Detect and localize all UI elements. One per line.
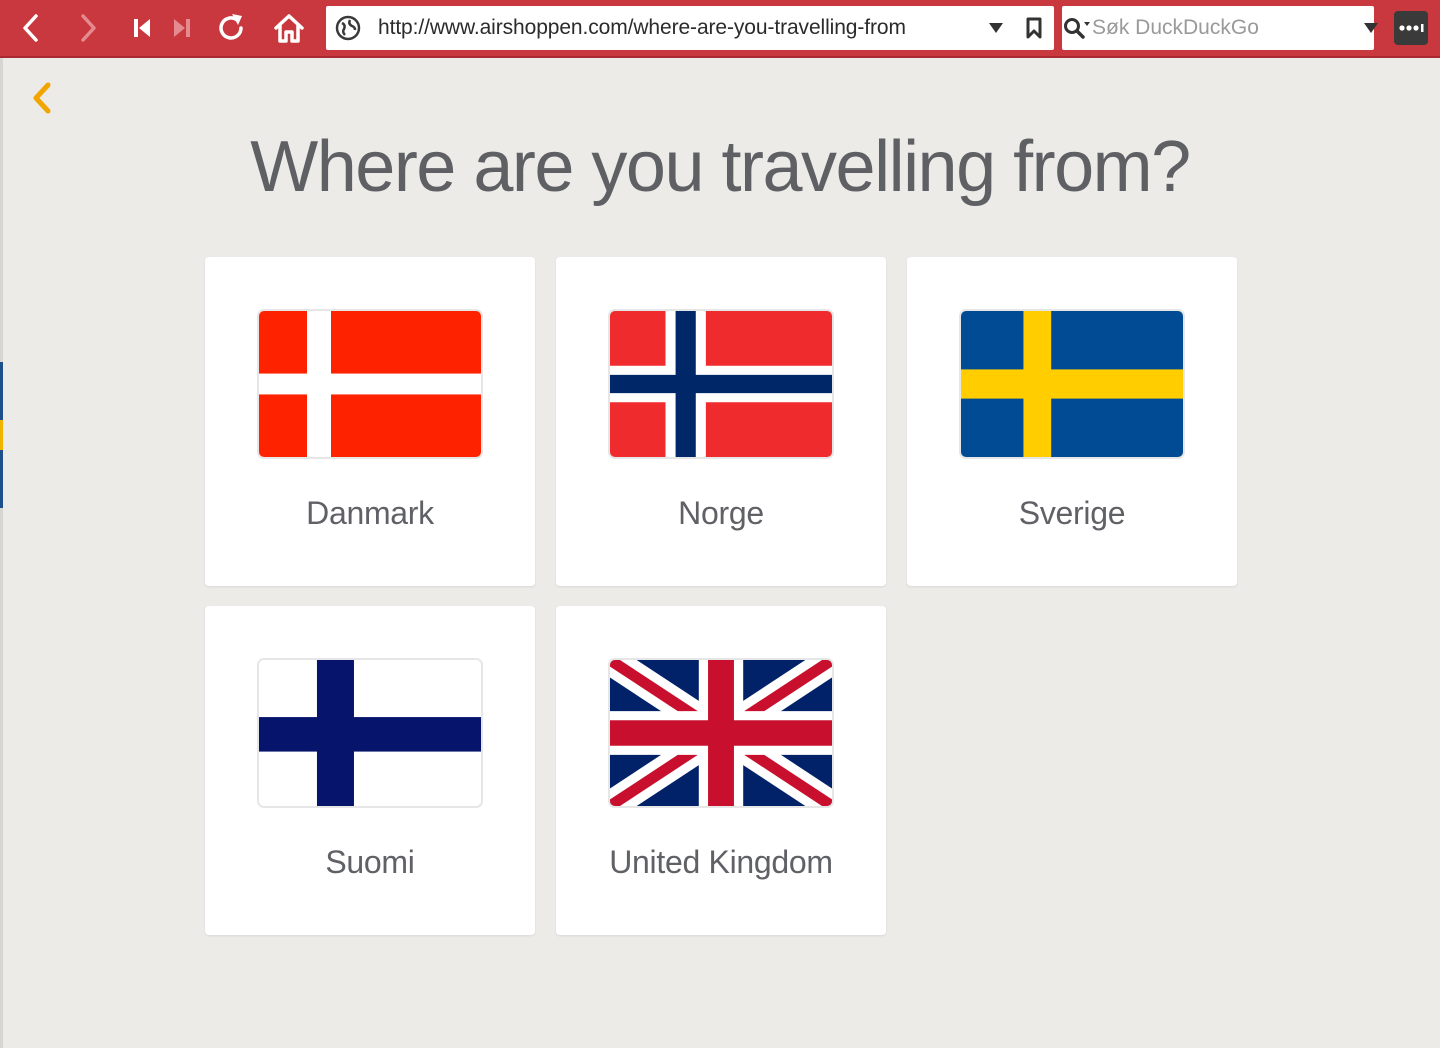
finland-flag-icon: [257, 658, 483, 808]
country-label: Danmark: [306, 495, 434, 531]
arrow-left-icon: [23, 14, 38, 42]
url-history-dropdown[interactable]: [978, 6, 1014, 50]
page-back-button[interactable]: [26, 78, 58, 118]
country-card-suomi[interactable]: Suomi: [205, 606, 535, 935]
country-card-norge[interactable]: Norge: [556, 257, 886, 586]
arrow-right-icon: [81, 14, 96, 42]
bookmark-icon: [1026, 17, 1042, 39]
browser-toolbar: http://www.airshoppen.com/where-are-you-…: [0, 0, 1440, 58]
norway-flag-icon: [608, 309, 834, 459]
country-label: Sverige: [1018, 495, 1126, 531]
country-label: Norge: [678, 495, 764, 531]
sweden-flag-icon: [959, 309, 1185, 459]
forward-button[interactable]: [66, 6, 110, 50]
country-card-sverige[interactable]: Sverige: [907, 257, 1237, 586]
home-button[interactable]: [267, 6, 311, 50]
chevron-down-icon: [989, 23, 1003, 33]
skip-forward-icon: [174, 19, 190, 37]
reload-button[interactable]: [209, 6, 253, 50]
bookmark-button[interactable]: [1014, 6, 1054, 50]
page-title: Where are you travelling from?: [250, 127, 1191, 207]
window-edge-accent: [0, 362, 3, 420]
rewind-button[interactable]: [120, 6, 164, 50]
reload-icon: [219, 14, 243, 40]
browser-menu-button[interactable]: [1394, 11, 1428, 45]
uk-flag-icon: [608, 658, 834, 808]
search-input[interactable]: [1092, 16, 1363, 40]
more-icon: [1399, 24, 1424, 32]
chevron-down-icon: [1364, 23, 1378, 33]
fast-forward-button[interactable]: [160, 6, 204, 50]
country-card-united-kingdom[interactable]: United Kingdom: [556, 606, 886, 935]
url-text[interactable]: http://www.airshoppen.com/where-are-you-…: [370, 16, 978, 40]
country-card-danmark[interactable]: Danmark: [205, 257, 535, 586]
address-bar[interactable]: http://www.airshoppen.com/where-are-you-…: [326, 6, 1054, 50]
search-bar[interactable]: [1062, 6, 1378, 50]
home-icon: [274, 14, 304, 43]
back-button[interactable]: [9, 6, 53, 50]
search-icon[interactable]: [1062, 6, 1092, 50]
country-label: United Kingdom: [609, 844, 833, 880]
chevron-left-icon: [33, 82, 51, 114]
country-label: Suomi: [325, 844, 415, 880]
window-edge-accent: [0, 420, 3, 450]
search-engine-dropdown[interactable]: [1363, 6, 1379, 50]
window-edge-accent: [0, 450, 3, 508]
globe-icon: [326, 6, 370, 50]
denmark-flag-icon: [257, 309, 483, 459]
skip-back-icon: [134, 19, 150, 37]
